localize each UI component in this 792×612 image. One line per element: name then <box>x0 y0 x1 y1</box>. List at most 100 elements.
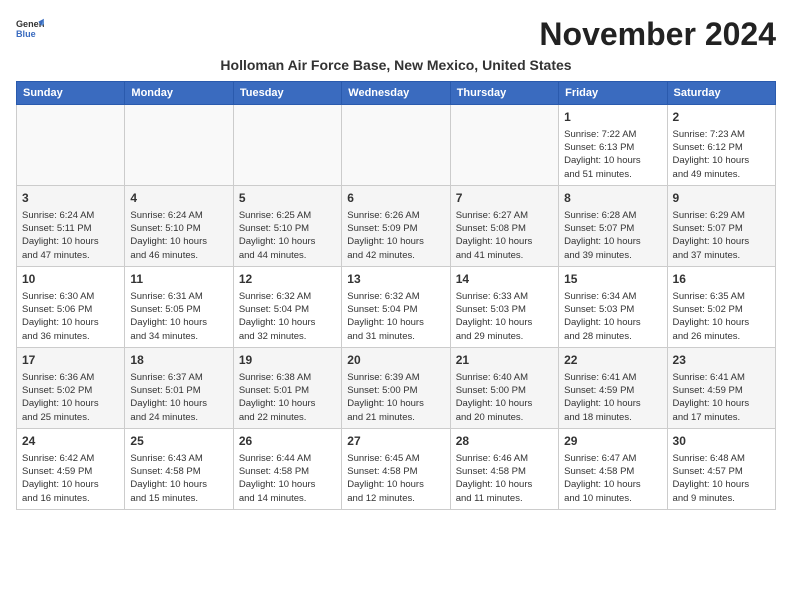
calendar-day-cell: 25Sunrise: 6:43 AM Sunset: 4:58 PM Dayli… <box>125 428 233 509</box>
calendar-day-cell: 6 Sunrise: 6:26 AM Sunset: 5:09 PM Daylig… <box>342 185 450 266</box>
calendar-day-cell: 26Sunrise: 6:44 AM Sunset: 4:58 PM Dayli… <box>233 428 341 509</box>
calendar-week-row: 10Sunrise: 6:30 AM Sunset: 5:06 PM Dayli… <box>17 266 776 347</box>
day-number: 18 <box>130 352 227 369</box>
day-number: 9 <box>673 190 770 207</box>
day-number: 8 <box>564 190 661 207</box>
day-info: Sunrise: 6:41 AM Sunset: 4:59 PM Dayligh… <box>673 371 770 424</box>
page-header: General Blue November 2024 <box>16 16 776 53</box>
calendar-week-row: 24 Sunrise: 6:42 AM Sunset: 4:59 PM Dayli… <box>17 428 776 509</box>
weekday-header-cell: Wednesday <box>342 82 450 105</box>
calendar-day-cell <box>450 105 558 186</box>
day-info: Sunrise: 6:32 AM Sunset: 5:04 PM Dayligh… <box>239 290 336 343</box>
day-info: Sunrise: 6:24 AM Sunset: 5:10 PM Dayligh… <box>130 209 227 262</box>
calendar-day-cell <box>17 105 125 186</box>
calendar-day-cell: 23Sunrise: 6:41 AM Sunset: 4:59 PM Dayli… <box>667 347 775 428</box>
day-info: Sunrise: 6:31 AM Sunset: 5:05 PM Dayligh… <box>130 290 227 343</box>
weekday-header-cell: Monday <box>125 82 233 105</box>
day-info: Sunrise: 6:34 AM Sunset: 5:03 PM Dayligh… <box>564 290 661 343</box>
day-number: 10 <box>22 271 119 288</box>
calendar-day-cell: 19 Sunrise: 6:38 AM Sunset: 5:01 PM Dayli… <box>233 347 341 428</box>
calendar-subtitle: Holloman Air Force Base, New Mexico, Uni… <box>16 57 776 73</box>
calendar-day-cell <box>342 105 450 186</box>
calendar-day-cell: 29 Sunrise: 6:47 AM Sunset: 4:58 PM Dayli… <box>559 428 667 509</box>
logo: General Blue <box>16 16 44 44</box>
calendar-day-cell: 20 Sunrise: 6:39 AM Sunset: 5:00 PM Dayli… <box>342 347 450 428</box>
day-number: 16 <box>673 271 770 288</box>
calendar-day-cell: 5 Sunrise: 6:25 AM Sunset: 5:10 PM Daylig… <box>233 185 341 266</box>
day-number: 29 <box>564 433 661 450</box>
day-number: 1 <box>564 109 661 126</box>
day-info: Sunrise: 6:37 AM Sunset: 5:01 PM Dayligh… <box>130 371 227 424</box>
day-info: Sunrise: 6:40 AM Sunset: 5:00 PM Dayligh… <box>456 371 553 424</box>
svg-text:General: General <box>16 19 44 29</box>
day-number: 12 <box>239 271 336 288</box>
calendar-day-cell: 17 Sunrise: 6:36 AM Sunset: 5:02 PM Dayli… <box>17 347 125 428</box>
calendar-day-cell: 4 Sunrise: 6:24 AM Sunset: 5:10 PM Daylig… <box>125 185 233 266</box>
day-number: 13 <box>347 271 444 288</box>
day-info: Sunrise: 6:27 AM Sunset: 5:08 PM Dayligh… <box>456 209 553 262</box>
day-number: 17 <box>22 352 119 369</box>
calendar-day-cell: 10Sunrise: 6:30 AM Sunset: 5:06 PM Dayli… <box>17 266 125 347</box>
day-info: Sunrise: 6:24 AM Sunset: 5:11 PM Dayligh… <box>22 209 119 262</box>
day-number: 3 <box>22 190 119 207</box>
day-number: 19 <box>239 352 336 369</box>
day-number: 27 <box>347 433 444 450</box>
day-info: Sunrise: 6:47 AM Sunset: 4:58 PM Dayligh… <box>564 452 661 505</box>
weekday-header-cell: Sunday <box>17 82 125 105</box>
calendar-day-cell: 13 Sunrise: 6:32 AM Sunset: 5:04 PM Dayli… <box>342 266 450 347</box>
day-info: Sunrise: 6:25 AM Sunset: 5:10 PM Dayligh… <box>239 209 336 262</box>
weekday-header-cell: Saturday <box>667 82 775 105</box>
day-info: Sunrise: 7:22 AM Sunset: 6:13 PM Dayligh… <box>564 128 661 181</box>
day-info: Sunrise: 6:46 AM Sunset: 4:58 PM Dayligh… <box>456 452 553 505</box>
day-info: Sunrise: 6:48 AM Sunset: 4:57 PM Dayligh… <box>673 452 770 505</box>
month-title: November 2024 <box>539 16 776 53</box>
calendar-day-cell: 2 Sunrise: 7:23 AM Sunset: 6:12 PM Daylig… <box>667 105 775 186</box>
calendar-day-cell: 15 Sunrise: 6:34 AM Sunset: 5:03 PM Dayli… <box>559 266 667 347</box>
day-info: Sunrise: 6:44 AM Sunset: 4:58 PM Dayligh… <box>239 452 336 505</box>
calendar-day-cell <box>233 105 341 186</box>
day-info: Sunrise: 7:23 AM Sunset: 6:12 PM Dayligh… <box>673 128 770 181</box>
day-info: Sunrise: 6:26 AM Sunset: 5:09 PM Dayligh… <box>347 209 444 262</box>
logo-icon: General Blue <box>16 16 44 44</box>
day-info: Sunrise: 6:35 AM Sunset: 5:02 PM Dayligh… <box>673 290 770 343</box>
calendar-day-cell: 18 Sunrise: 6:37 AM Sunset: 5:01 PM Dayli… <box>125 347 233 428</box>
day-info: Sunrise: 6:29 AM Sunset: 5:07 PM Dayligh… <box>673 209 770 262</box>
calendar-table: SundayMondayTuesdayWednesdayThursdayFrid… <box>16 81 776 510</box>
calendar-day-cell: 24 Sunrise: 6:42 AM Sunset: 4:59 PM Dayli… <box>17 428 125 509</box>
calendar-week-row: 17 Sunrise: 6:36 AM Sunset: 5:02 PM Dayli… <box>17 347 776 428</box>
calendar-day-cell: 28Sunrise: 6:46 AM Sunset: 4:58 PM Dayli… <box>450 428 558 509</box>
day-number: 30 <box>673 433 770 450</box>
day-number: 24 <box>22 433 119 450</box>
calendar-day-cell: 21Sunrise: 6:40 AM Sunset: 5:00 PM Dayli… <box>450 347 558 428</box>
day-number: 5 <box>239 190 336 207</box>
svg-text:Blue: Blue <box>16 29 36 39</box>
day-info: Sunrise: 6:36 AM Sunset: 5:02 PM Dayligh… <box>22 371 119 424</box>
calendar-day-cell: 7 Sunrise: 6:27 AM Sunset: 5:08 PM Daylig… <box>450 185 558 266</box>
day-info: Sunrise: 6:38 AM Sunset: 5:01 PM Dayligh… <box>239 371 336 424</box>
day-info: Sunrise: 6:33 AM Sunset: 5:03 PM Dayligh… <box>456 290 553 343</box>
day-info: Sunrise: 6:39 AM Sunset: 5:00 PM Dayligh… <box>347 371 444 424</box>
day-info: Sunrise: 6:41 AM Sunset: 4:59 PM Dayligh… <box>564 371 661 424</box>
calendar-day-cell <box>125 105 233 186</box>
calendar-day-cell: 3 Sunrise: 6:24 AM Sunset: 5:11 PM Daylig… <box>17 185 125 266</box>
weekday-header-cell: Thursday <box>450 82 558 105</box>
calendar-day-cell: 16 Sunrise: 6:35 AM Sunset: 5:02 PM Dayli… <box>667 266 775 347</box>
calendar-body: 1 Sunrise: 7:22 AM Sunset: 6:13 PM Daylig… <box>17 105 776 510</box>
day-number: 7 <box>456 190 553 207</box>
day-number: 4 <box>130 190 227 207</box>
weekday-header-row: SundayMondayTuesdayWednesdayThursdayFrid… <box>17 82 776 105</box>
day-info: Sunrise: 6:32 AM Sunset: 5:04 PM Dayligh… <box>347 290 444 343</box>
day-number: 11 <box>130 271 227 288</box>
day-info: Sunrise: 6:42 AM Sunset: 4:59 PM Dayligh… <box>22 452 119 505</box>
calendar-day-cell: 8Sunrise: 6:28 AM Sunset: 5:07 PM Daylig… <box>559 185 667 266</box>
calendar-day-cell: 12 Sunrise: 6:32 AM Sunset: 5:04 PM Dayli… <box>233 266 341 347</box>
calendar-week-row: 1 Sunrise: 7:22 AM Sunset: 6:13 PM Daylig… <box>17 105 776 186</box>
day-number: 15 <box>564 271 661 288</box>
day-number: 14 <box>456 271 553 288</box>
day-number: 2 <box>673 109 770 126</box>
day-number: 6 <box>347 190 444 207</box>
day-number: 20 <box>347 352 444 369</box>
calendar-day-cell: 14 Sunrise: 6:33 AM Sunset: 5:03 PM Dayli… <box>450 266 558 347</box>
weekday-header-cell: Tuesday <box>233 82 341 105</box>
day-info: Sunrise: 6:45 AM Sunset: 4:58 PM Dayligh… <box>347 452 444 505</box>
